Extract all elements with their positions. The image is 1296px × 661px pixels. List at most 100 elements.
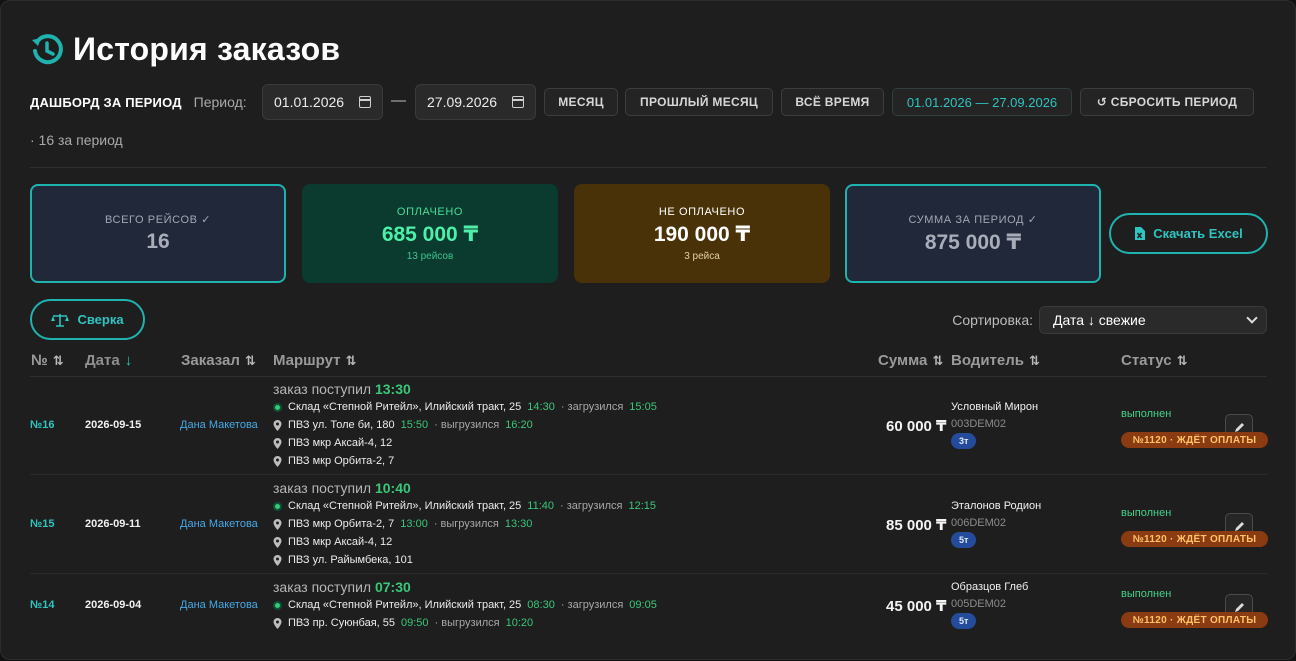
order-history-panel: История заказов ДАШБОРД ЗА ПЕРИОД Период… — [0, 0, 1296, 660]
active-range-chip: 01.01.2026 — 27.09.2026 — [892, 88, 1072, 116]
column-header-num[interactable]: № ⇅ — [31, 352, 64, 369]
unpaid-card[interactable]: НЕ ОПЛАЧЕНО 190 000 ₸ 3 рейса — [574, 184, 830, 283]
stop-action-time: 16:20 — [505, 419, 533, 431]
month-button[interactable]: МЕСЯЦ — [544, 88, 618, 116]
pickup-action: · загрузился — [560, 599, 624, 611]
calendar-icon[interactable] — [512, 96, 524, 108]
table-row[interactable]: №16 2026-09-15 Дана Макетова заказ посту… — [30, 377, 1268, 475]
stop-place: ПВЗ мкр Орбита-2, 7 — [288, 455, 395, 467]
route-stop: ПВЗ мкр Орбита-2, 7 13:00 · выгрузился 1… — [273, 518, 532, 530]
total-trips-label: ВСЕГО РЕЙСОВ ✓ — [104, 214, 212, 226]
column-driver-label: Водитель — [951, 352, 1024, 369]
map-pin-icon — [273, 437, 282, 449]
order-date: 2026-09-11 — [85, 518, 141, 530]
route-stop: ПВЗ мкр Аксай-4, 12 — [273, 536, 392, 548]
pickup-action-time: 12:15 — [628, 500, 656, 512]
pickup-place: Склад «Степной Ритейл», Илийский тракт, … — [288, 401, 522, 413]
period-count: · 16 за период — [30, 132, 123, 148]
column-header-status[interactable]: Статус ⇅ — [1121, 352, 1187, 369]
history-icon — [32, 33, 63, 64]
stop-place: ПВЗ ул. Толе би, 180 — [288, 419, 395, 431]
column-header-date[interactable]: Дата ↓ — [85, 352, 132, 369]
reconcile-button[interactable]: Сверка — [30, 299, 145, 340]
page-title: История заказов — [73, 31, 341, 67]
reset-period-button[interactable]: ↺ СБРОСИТЬ ПЕРИОД — [1080, 88, 1254, 116]
pickup-time: 08:30 — [527, 599, 555, 611]
order-number[interactable]: №15 — [30, 518, 55, 530]
all-time-button[interactable]: ВСЁ ВРЕМЯ — [781, 88, 884, 116]
order-customer-link[interactable]: Дана Макетова — [180, 419, 258, 431]
dashboard-period-label: ДАШБОРД ЗА ПЕРИОД — [30, 94, 182, 110]
sort-icon: ⇅ — [1176, 352, 1188, 368]
column-date-label: Дата — [85, 352, 120, 369]
paid-card[interactable]: ОПЛАЧЕНО 685 000 ₸ 13 рейсов — [302, 184, 558, 283]
order-amount: 60 000 ₸ — [886, 418, 947, 435]
driver-plate: 005DEM02 — [951, 598, 1007, 610]
pickup-action-time: 15:05 — [629, 401, 657, 413]
stop-place: ПВЗ пр. Суюнбая, 55 — [288, 617, 396, 629]
sort-icon: ⇅ — [52, 352, 64, 368]
date-from-input[interactable]: 01.01.2026 — [262, 84, 383, 120]
table-row[interactable]: №15 2026-09-11 Дана Макетова заказ посту… — [30, 476, 1268, 574]
stop-time: 13:00 — [400, 518, 428, 530]
table-row[interactable]: №14 2026-09-04 Дана Макетова заказ посту… — [30, 575, 1268, 661]
order-number[interactable]: №14 — [30, 599, 55, 611]
driver-info: Условный Мирон 003DEM02 3т — [951, 401, 1038, 449]
stop-action: · выгрузился — [434, 617, 500, 629]
unpaid-value: 190 000 ₸ — [653, 222, 751, 246]
date-to-input[interactable]: 27.09.2026 — [415, 84, 536, 120]
column-header-route[interactable]: Маршрут ⇅ — [273, 352, 356, 369]
period-filter-bar: ДАШБОРД ЗА ПЕРИОД Период: 01.01.2026 — 2… — [30, 84, 1260, 120]
column-header-driver[interactable]: Водитель ⇅ — [951, 352, 1040, 369]
stop-time: 09:50 — [401, 617, 429, 629]
total-trips-card[interactable]: ВСЕГО РЕЙСОВ ✓ 16 — [30, 184, 286, 283]
order-customer-link[interactable]: Дана Макетова — [180, 599, 258, 611]
download-excel-label: Скачать Excel — [1153, 226, 1243, 241]
pickup-dot-icon — [273, 402, 282, 412]
date-to-value: 27.09.2026 — [427, 94, 498, 110]
route-pickup: Склад «Степной Ритейл», Илийский тракт, … — [273, 401, 657, 413]
period-label: Период: — [193, 94, 247, 110]
column-customer-label: Заказал — [181, 352, 240, 369]
map-pin-icon — [273, 536, 282, 548]
total-trips-value: 16 — [146, 230, 170, 253]
last-month-button[interactable]: ПРОШЛЫЙ МЕСЯЦ — [625, 88, 773, 116]
received-time: 07:30 — [374, 579, 411, 595]
tonnage-badge: 3т — [951, 433, 977, 449]
column-header-customer[interactable]: Заказал ⇅ — [181, 352, 256, 369]
order-status: выполнен — [1121, 588, 1172, 600]
route-stop: ПВЗ ул. Толе би, 180 15:50 · выгрузился … — [273, 419, 533, 431]
date-range-separator: — — [391, 92, 406, 109]
invoice-status-badge: №1120 · ЖДЁТ ОПЛАТЫ — [1121, 432, 1268, 448]
map-pin-icon — [273, 518, 282, 530]
received-time: 13:30 — [374, 381, 411, 397]
divider — [30, 167, 1267, 168]
map-pin-icon — [273, 419, 282, 431]
map-pin-icon — [273, 455, 282, 467]
column-route-label: Маршрут — [273, 352, 341, 369]
column-status-label: Статус — [1121, 352, 1172, 369]
column-header-amount[interactable]: Сумма ⇅ — [878, 352, 943, 369]
pickup-action: · загрузился — [560, 500, 623, 512]
download-excel-button[interactable]: Скачать Excel — [1109, 213, 1268, 254]
route-pickup: Склад «Степной Ритейл», Илийский тракт, … — [273, 599, 657, 611]
stop-place: ПВЗ мкр Аксай-4, 12 — [288, 437, 393, 449]
route-stop: ПВЗ мкр Орбита-2, 7 — [273, 455, 394, 467]
order-customer-link[interactable]: Дана Макетова — [180, 518, 258, 530]
sort-select[interactable]: Дата ↓ свежие — [1039, 306, 1267, 334]
scales-icon — [51, 313, 70, 327]
calendar-icon[interactable] — [359, 96, 371, 108]
period-sum-card[interactable]: СУММА ЗА ПЕРИОД ✓ 875 000 ₸ — [845, 184, 1101, 283]
order-number[interactable]: №16 — [30, 419, 55, 431]
driver-info: Эталонов Родион 006DEM02 5т — [951, 500, 1041, 548]
unpaid-label: НЕ ОПЛАЧЕНО — [658, 205, 746, 218]
tonnage-badge: 5т — [951, 613, 977, 629]
sort-icon: ⇅ — [1028, 352, 1040, 368]
pickup-place: Склад «Степной Ритейл», Илийский тракт, … — [288, 500, 522, 512]
received-label: заказ поступил — [273, 579, 372, 595]
pickup-time: 14:30 — [527, 401, 555, 413]
driver-name: Образцов Глеб — [951, 581, 1029, 593]
sort-icon: ⇅ — [244, 352, 256, 368]
stop-place: ПВЗ мкр Орбита-2, 7 — [288, 518, 395, 530]
pickup-time: 11:40 — [527, 500, 555, 512]
